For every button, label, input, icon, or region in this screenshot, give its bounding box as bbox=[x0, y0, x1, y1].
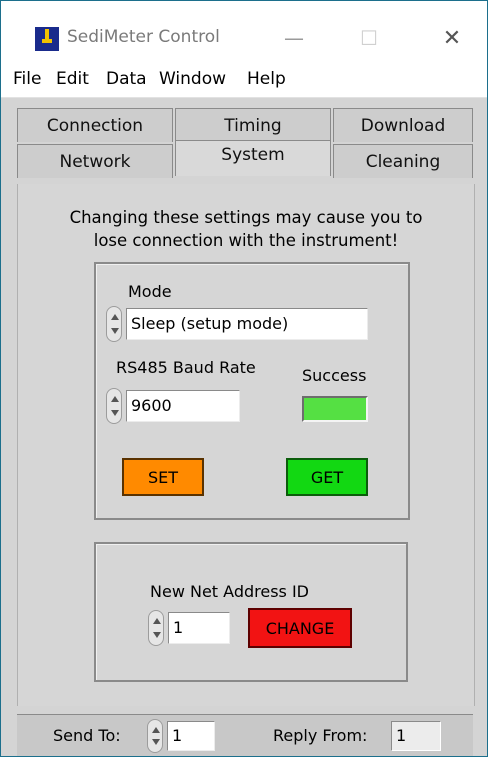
close-button[interactable]: ✕ bbox=[429, 19, 475, 57]
success-indicator bbox=[302, 396, 368, 422]
tab-strip: Connection Timing Download Network Syste… bbox=[17, 104, 473, 184]
title-bar[interactable]: SediMeter Control — ☐ ✕ bbox=[1, 1, 487, 61]
net-address-spinner[interactable] bbox=[148, 610, 164, 646]
net-address-field[interactable]: 1 bbox=[168, 612, 230, 644]
status-bar: Send To: 1 Reply From: 1 bbox=[17, 714, 473, 756]
decrement-icon bbox=[153, 632, 161, 638]
menu-edit[interactable]: Edit bbox=[56, 69, 89, 89]
close-icon: ✕ bbox=[442, 25, 462, 51]
maximize-icon: ☐ bbox=[360, 26, 378, 50]
app-window: SediMeter Control — ☐ ✕ File Edit Data W… bbox=[0, 0, 488, 757]
send-to-field[interactable]: 1 bbox=[167, 721, 215, 751]
get-button[interactable]: GET bbox=[286, 458, 368, 496]
menu-help[interactable]: Help bbox=[247, 69, 286, 89]
send-to-label: Send To: bbox=[53, 726, 121, 745]
minimize-icon: — bbox=[284, 26, 304, 50]
decrement-icon bbox=[152, 739, 160, 745]
minimize-button[interactable]: — bbox=[271, 19, 317, 57]
net-address-group: New Net Address ID 1 CHANGE bbox=[94, 542, 408, 682]
mode-label: Mode bbox=[128, 282, 172, 301]
settings-group: Mode Sleep (setup mode) RS485 Baud Rate … bbox=[94, 262, 410, 520]
mode-field[interactable]: Sleep (setup mode) bbox=[126, 308, 368, 340]
window-title: SediMeter Control bbox=[67, 27, 220, 47]
decrement-icon bbox=[111, 410, 119, 416]
baud-rate-spinner[interactable] bbox=[106, 388, 122, 424]
increment-icon bbox=[153, 618, 161, 624]
decrement-icon bbox=[111, 328, 119, 334]
increment-icon bbox=[152, 727, 160, 733]
maximize-button[interactable]: ☐ bbox=[346, 19, 392, 57]
increment-icon bbox=[111, 314, 119, 320]
system-tab-panel: Changing these settings may cause you to… bbox=[17, 184, 475, 706]
menu-file[interactable]: File bbox=[13, 69, 41, 89]
reply-from-field: 1 bbox=[391, 721, 441, 751]
tab-connection[interactable]: Connection bbox=[17, 108, 173, 142]
send-to-spinner[interactable] bbox=[147, 719, 163, 753]
change-button[interactable]: CHANGE bbox=[248, 608, 352, 648]
increment-icon bbox=[111, 396, 119, 402]
mode-spinner[interactable] bbox=[106, 306, 122, 342]
baud-rate-field[interactable]: 9600 bbox=[126, 390, 240, 422]
tab-timing[interactable]: Timing bbox=[175, 108, 331, 142]
baud-rate-label: RS485 Baud Rate bbox=[116, 358, 256, 377]
net-address-label: New Net Address ID bbox=[150, 582, 309, 601]
tab-network[interactable]: Network bbox=[17, 144, 173, 178]
app-icon bbox=[35, 27, 59, 51]
menu-window[interactable]: Window bbox=[159, 69, 226, 89]
menu-bar: File Edit Data Window Help bbox=[1, 61, 487, 98]
menu-data[interactable]: Data bbox=[106, 69, 147, 89]
reply-from-label: Reply From: bbox=[273, 726, 368, 745]
tab-cleaning[interactable]: Cleaning bbox=[333, 144, 473, 178]
tab-download[interactable]: Download bbox=[333, 108, 473, 142]
tab-system[interactable]: System bbox=[175, 140, 331, 176]
warning-message: Changing these settings may cause you to… bbox=[69, 208, 423, 250]
set-button[interactable]: SET bbox=[122, 458, 204, 496]
success-label: Success bbox=[302, 366, 367, 385]
